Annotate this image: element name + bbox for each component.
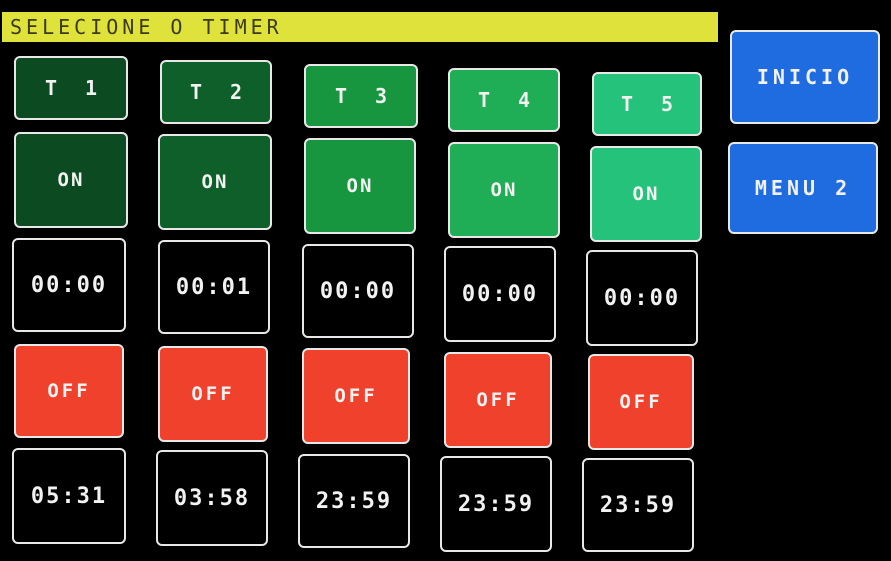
menu-2-button[interactable]: MENU 2 [728,142,878,234]
timer-5-on-button[interactable]: ON [590,146,702,242]
timer-1-on-button[interactable]: ON [14,132,128,228]
page-title: SELECIONE O TIMER [2,12,718,42]
timer-2-on-button[interactable]: ON [158,134,272,230]
timer-3-on-time[interactable]: 00:00 [302,244,414,338]
timer-4-select-button[interactable]: T 4 [448,68,560,132]
timer-2-off-button[interactable]: OFF [158,346,268,442]
timer-4-on-button[interactable]: ON [448,142,560,238]
timer-1-on-time[interactable]: 00:00 [12,238,126,332]
timer-3-off-time[interactable]: 23:59 [298,454,410,548]
timer-2-off-time[interactable]: 03:58 [156,450,268,546]
timer-2-on-time[interactable]: 00:01 [158,240,270,334]
timer-1-off-time[interactable]: 05:31 [12,448,126,544]
timer-1-off-button[interactable]: OFF [14,344,124,438]
timer-3-off-button[interactable]: OFF [302,348,410,444]
timer-4-on-time[interactable]: 00:00 [444,246,556,342]
inicio-button[interactable]: INICIO [730,30,880,124]
timer-3-on-button[interactable]: ON [304,138,416,234]
timer-4-off-time[interactable]: 23:59 [440,456,552,552]
timer-2-select-button[interactable]: T 2 [160,60,272,124]
timer-3-select-button[interactable]: T 3 [304,64,418,128]
timer-4-off-button[interactable]: OFF [444,352,552,448]
timer-5-off-button[interactable]: OFF [588,354,694,450]
timer-1-select-button[interactable]: T 1 [14,56,128,120]
timer-5-select-button[interactable]: T 5 [592,72,702,136]
timer-5-off-time[interactable]: 23:59 [582,458,694,552]
timer-5-on-time[interactable]: 00:00 [586,250,698,346]
